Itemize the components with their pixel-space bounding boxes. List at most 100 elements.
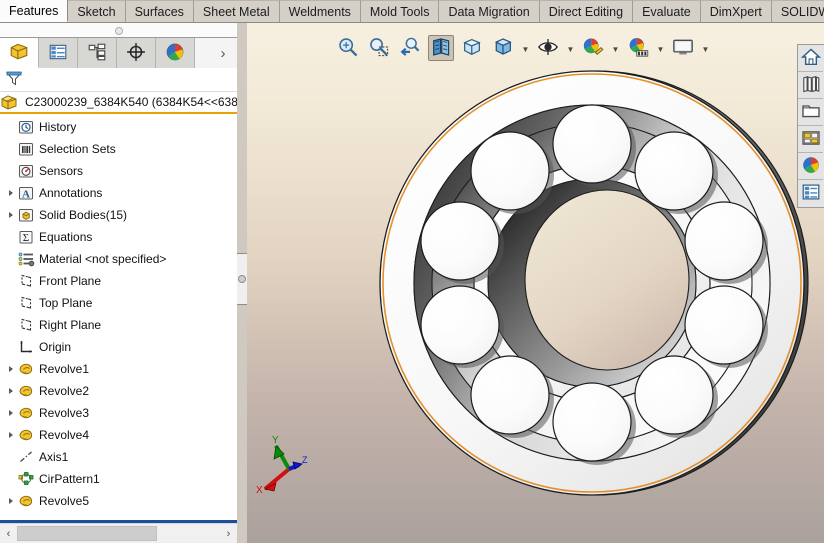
manager-tab-feature-manager-design-tree[interactable] bbox=[0, 38, 39, 68]
tree-item-origin[interactable]: Origin bbox=[0, 336, 237, 358]
sensors-icon bbox=[17, 162, 35, 180]
custom-properties-icon bbox=[801, 182, 821, 205]
tree-item-axis1[interactable]: Axis1 bbox=[0, 446, 237, 468]
tree-item-label: Origin bbox=[39, 340, 72, 354]
ribbon-tab-data-migration[interactable]: Data Migration bbox=[438, 0, 540, 22]
apply-scene-icon bbox=[627, 36, 649, 61]
ball-bearing-model[interactable] bbox=[374, 61, 819, 506]
display-style-button[interactable] bbox=[490, 35, 516, 61]
scrollbar-thumb[interactable] bbox=[17, 526, 157, 541]
ribbon-tab-direct-editing[interactable]: Direct Editing bbox=[538, 0, 634, 22]
task-pane-design-library-button[interactable] bbox=[798, 72, 823, 99]
splitter-grip-dot bbox=[238, 275, 246, 283]
expand-arrow-icon[interactable] bbox=[4, 182, 17, 204]
graphics-viewport[interactable]: ▼ ▼ ▼ ▼ ▼ X Y Z bbox=[247, 23, 824, 543]
tree-item-solid-bodies-15[interactable]: Solid Bodies(15) bbox=[0, 204, 237, 226]
tree-horizontal-scrollbar[interactable]: ‹ › bbox=[0, 523, 237, 543]
ribbon-tab-weldments[interactable]: Weldments bbox=[278, 0, 361, 22]
view-settings-button[interactable] bbox=[670, 35, 696, 61]
tree-item-front-plane[interactable]: Front Plane bbox=[0, 270, 237, 292]
ribbon-tab-features[interactable]: Features bbox=[0, 0, 69, 22]
edit-appearance-button[interactable] bbox=[580, 35, 606, 61]
manager-tabs-overflow-button[interactable]: › bbox=[209, 38, 237, 68]
task-pane-view-palette-button[interactable] bbox=[798, 126, 823, 153]
manager-tab-property-manager[interactable] bbox=[39, 38, 78, 68]
feature-tree-list[interactable]: History Selection Sets Sensors A Annotations… bbox=[0, 116, 237, 520]
ribbon-tab-sketch[interactable]: Sketch bbox=[67, 0, 126, 22]
task-pane-home-button[interactable] bbox=[798, 45, 823, 72]
ribbon-tab-dimxpert[interactable]: DimXpert bbox=[699, 0, 772, 22]
circular-pattern-icon bbox=[17, 470, 35, 488]
zoom-to-area-button[interactable] bbox=[366, 35, 392, 61]
zoom-to-fit-button[interactable] bbox=[335, 35, 361, 61]
section-view-icon bbox=[430, 36, 452, 61]
display-style-icon bbox=[492, 36, 514, 61]
view-settings-icon bbox=[672, 36, 694, 61]
tree-item-top-plane[interactable]: Top Plane bbox=[0, 292, 237, 314]
part-icon bbox=[0, 93, 18, 111]
tree-item-label: Equations bbox=[39, 230, 93, 244]
expand-arrow-icon[interactable] bbox=[4, 358, 17, 380]
ribbon-tab-surfaces[interactable]: Surfaces bbox=[124, 0, 194, 22]
panel-pin-icon[interactable] bbox=[115, 27, 123, 35]
tree-item-cirpattern1[interactable]: CirPattern1 bbox=[0, 468, 237, 490]
solid-bodies-icon bbox=[17, 206, 35, 224]
tree-item-label: Front Plane bbox=[39, 274, 102, 288]
previous-view-icon bbox=[399, 36, 421, 61]
view-orientation-button[interactable] bbox=[459, 35, 485, 61]
task-pane-custom-properties-button[interactable] bbox=[798, 180, 823, 207]
expand-arrow-icon[interactable] bbox=[4, 204, 17, 226]
chevron-down-icon[interactable]: ▼ bbox=[521, 35, 530, 61]
ribbon-tab-evaluate[interactable]: Evaluate bbox=[632, 0, 701, 22]
tree-item-label: Revolve3 bbox=[39, 406, 90, 420]
tree-item-revolve3[interactable]: Revolve3 bbox=[0, 402, 237, 424]
chevron-down-icon[interactable]: ▼ bbox=[611, 35, 620, 61]
chevron-down-icon[interactable]: ▼ bbox=[656, 35, 665, 61]
design-library-icon bbox=[801, 74, 821, 97]
tree-item-sensors[interactable]: Sensors bbox=[0, 160, 237, 182]
tree-item-history[interactable]: History bbox=[0, 116, 237, 138]
expand-arrow-icon[interactable] bbox=[4, 380, 17, 402]
tree-item-revolve2[interactable]: Revolve2 bbox=[0, 380, 237, 402]
tree-item-selection-sets[interactable]: Selection Sets bbox=[0, 138, 237, 160]
revolve-icon bbox=[17, 426, 35, 444]
tree-item-revolve5[interactable]: Revolve5 bbox=[0, 490, 237, 512]
tree-root-node[interactable]: C23000239_6384K540 (6384K54<<6384K bbox=[0, 92, 237, 114]
feature-tree-filter-bar[interactable] bbox=[0, 68, 237, 92]
task-pane-appearances-scenes-button[interactable] bbox=[798, 153, 823, 180]
chevron-down-icon[interactable]: ▼ bbox=[566, 35, 575, 61]
apply-scene-button[interactable] bbox=[625, 35, 651, 61]
tree-item-material-not-specified[interactable]: Material <not specified> bbox=[0, 248, 237, 270]
tree-item-revolve1[interactable]: Revolve1 bbox=[0, 358, 237, 380]
zoom-to-area-icon bbox=[368, 36, 390, 61]
manager-tab-configuration-manager[interactable] bbox=[78, 38, 117, 68]
tree-item-annotations[interactable]: A Annotations bbox=[0, 182, 237, 204]
task-pane-file-explorer-button[interactable] bbox=[798, 99, 823, 126]
plane-icon bbox=[17, 294, 35, 312]
expand-arrow-icon[interactable] bbox=[4, 490, 17, 512]
configuration-icon bbox=[87, 42, 107, 65]
scroll-right-button[interactable]: › bbox=[220, 525, 237, 543]
manager-tab-display-manager[interactable] bbox=[156, 38, 195, 68]
tree-item-equations[interactable]: Σ Equations bbox=[0, 226, 237, 248]
ribbon-tab-sheet-metal[interactable]: Sheet Metal bbox=[192, 0, 280, 22]
ribbon-tab-mold-tools[interactable]: Mold Tools bbox=[359, 0, 440, 22]
manager-tab-dimxpert-manager[interactable] bbox=[117, 38, 156, 68]
tree-item-label: Annotations bbox=[39, 186, 103, 200]
scroll-left-button[interactable]: ‹ bbox=[0, 525, 17, 543]
manager-tab-strip: › bbox=[0, 37, 237, 68]
tree-item-right-plane[interactable]: Right Plane bbox=[0, 314, 237, 336]
hide-show-items-button[interactable] bbox=[535, 35, 561, 61]
previous-view-button[interactable] bbox=[397, 35, 423, 61]
section-view-button[interactable] bbox=[428, 35, 454, 61]
ribbon-tab-solidworks[interactable]: SOLIDWORKS... bbox=[770, 0, 824, 22]
expand-arrow-icon[interactable] bbox=[4, 424, 17, 446]
expand-arrow-icon[interactable] bbox=[4, 402, 17, 424]
tree-item-revolve4[interactable]: Revolve4 bbox=[0, 424, 237, 446]
chevron-down-icon[interactable]: ▼ bbox=[701, 35, 710, 61]
